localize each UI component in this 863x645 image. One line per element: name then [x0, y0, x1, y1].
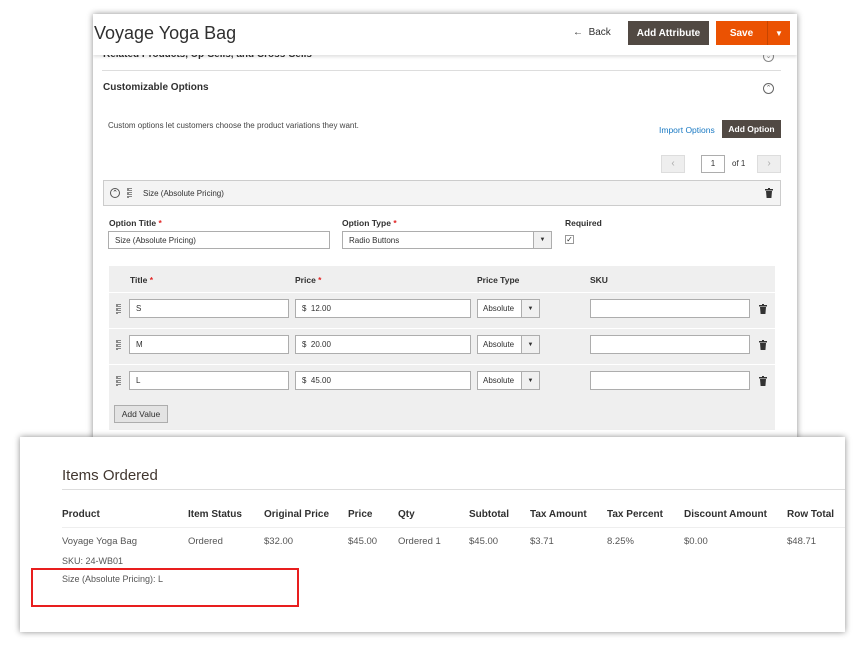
value-title-input[interactable]: M	[129, 335, 289, 354]
section-customizable-options[interactable]: Customizable Options	[103, 82, 209, 93]
pager-prev-button[interactable]: ‹	[661, 155, 685, 173]
column-header: Original Price	[264, 509, 330, 520]
value-sku-input[interactable]	[590, 371, 750, 390]
column-header: Item Status	[188, 509, 242, 520]
pager-next-button[interactable]: ›	[757, 155, 781, 173]
table-cell: $32.00	[264, 536, 294, 547]
column-header: Qty	[398, 509, 415, 520]
import-options-link[interactable]: Import Options	[659, 125, 715, 135]
table-cell: $3.71	[530, 536, 554, 547]
drag-handle-icon[interactable]	[116, 340, 121, 350]
required-label: Required	[565, 218, 602, 228]
value-sku-input[interactable]	[590, 299, 750, 318]
column-header: Discount Amount	[684, 509, 767, 520]
option-values-table: Title * Price * Price Type SKU S $ 12.00…	[109, 266, 775, 430]
required-checkbox[interactable]: ✓	[565, 235, 574, 244]
divider	[62, 527, 845, 528]
table-cell: $45.00	[469, 536, 499, 547]
items-ordered-panel: Items Ordered Product Item Status Original…	[20, 437, 845, 632]
value-price-type-select[interactable]: Absolute ▼	[477, 299, 540, 318]
option-title-label: Option Title *	[109, 218, 162, 228]
column-price: Price *	[295, 275, 322, 285]
add-value-button[interactable]: Add Value	[114, 405, 168, 423]
divider	[62, 489, 845, 490]
collapse-icon[interactable]: ⌃	[110, 188, 120, 198]
chevron-up-icon[interactable]: ⌃	[763, 83, 774, 94]
add-option-button[interactable]: Add Option	[722, 120, 781, 138]
column-header: Row Total	[787, 509, 835, 520]
value-title-input[interactable]: L	[129, 371, 289, 390]
items-ordered-title: Items Ordered	[62, 467, 158, 484]
trash-icon[interactable]	[759, 304, 767, 314]
option-value-row: M $ 20.00 Absolute ▼	[109, 329, 775, 361]
drag-handle-icon[interactable]	[116, 376, 121, 386]
section-description: Custom options let customers choose the …	[108, 121, 359, 130]
option-value-row: S $ 12.00 Absolute ▼	[109, 293, 775, 325]
pager-current-input[interactable]: 1	[701, 155, 725, 173]
value-price-input[interactable]: $ 12.00	[295, 299, 471, 318]
caret-down-icon: ▼	[775, 28, 783, 38]
caret-down-icon: ▼	[521, 336, 539, 353]
product-edit-panel: Voyage Yoga Bag ← Back Add Attribute Sav…	[93, 14, 797, 442]
option-title-input[interactable]: Size (Absolute Pricing)	[108, 231, 330, 249]
table-cell: $45.00	[348, 536, 378, 547]
page-header: Voyage Yoga Bag ← Back Add Attribute Sav…	[93, 14, 797, 55]
caret-down-icon: ▼	[533, 232, 551, 248]
save-options-dropdown[interactable]: ▼	[767, 21, 790, 45]
arrow-left-icon: ←	[573, 27, 586, 38]
table-cell: $48.71	[787, 536, 817, 547]
value-price-input[interactable]: $ 45.00	[295, 371, 471, 390]
table-cell: Ordered 1	[398, 536, 441, 547]
highlight-box	[31, 568, 299, 607]
column-header: Tax Amount	[530, 509, 587, 520]
table-cell: Ordered	[188, 536, 223, 547]
table-cell: Voyage Yoga Bag	[62, 536, 138, 547]
option-type-label: Option Type *	[342, 218, 397, 228]
table-cell: $0.00	[684, 536, 708, 547]
divider	[102, 70, 781, 71]
value-sku-input[interactable]	[590, 335, 750, 354]
back-button[interactable]: ← Back	[573, 27, 611, 38]
value-title-input[interactable]: S	[129, 299, 289, 318]
option-type-select[interactable]: Radio Buttons ▼	[342, 231, 552, 249]
column-title: Title *	[130, 275, 154, 285]
trash-icon[interactable]	[759, 340, 767, 350]
option-header-title: Size (Absolute Pricing)	[143, 189, 224, 198]
drag-handle-icon[interactable]	[116, 304, 121, 314]
pager-total: of 1	[732, 159, 746, 168]
caret-down-icon: ▼	[521, 372, 539, 389]
save-button[interactable]: Save	[716, 21, 767, 45]
save-split-button: Save ▼	[716, 21, 790, 45]
drag-handle-icon[interactable]	[127, 188, 132, 198]
table-cell: 8.25%	[607, 536, 634, 547]
value-price-type-select[interactable]: Absolute ▼	[477, 371, 540, 390]
caret-down-icon: ▼	[521, 300, 539, 317]
option-value-row: L $ 45.00 Absolute ▼	[109, 365, 775, 397]
column-header: Subtotal	[469, 509, 509, 520]
product-sku: SKU: 24-WB01	[62, 556, 124, 566]
trash-icon[interactable]	[765, 188, 773, 198]
column-header: Price	[348, 509, 373, 520]
column-header: Product	[62, 509, 100, 520]
add-attribute-button[interactable]: Add Attribute	[628, 21, 709, 45]
column-sku: SKU	[590, 275, 608, 285]
page-title: Voyage Yoga Bag	[94, 23, 237, 43]
option-header[interactable]: ⌃ Size (Absolute Pricing)	[103, 180, 781, 206]
column-header: Tax Percent	[607, 509, 663, 520]
value-price-type-select[interactable]: Absolute ▼	[477, 335, 540, 354]
value-price-input[interactable]: $ 20.00	[295, 335, 471, 354]
column-price-type: Price Type	[477, 275, 520, 285]
trash-icon[interactable]	[759, 376, 767, 386]
